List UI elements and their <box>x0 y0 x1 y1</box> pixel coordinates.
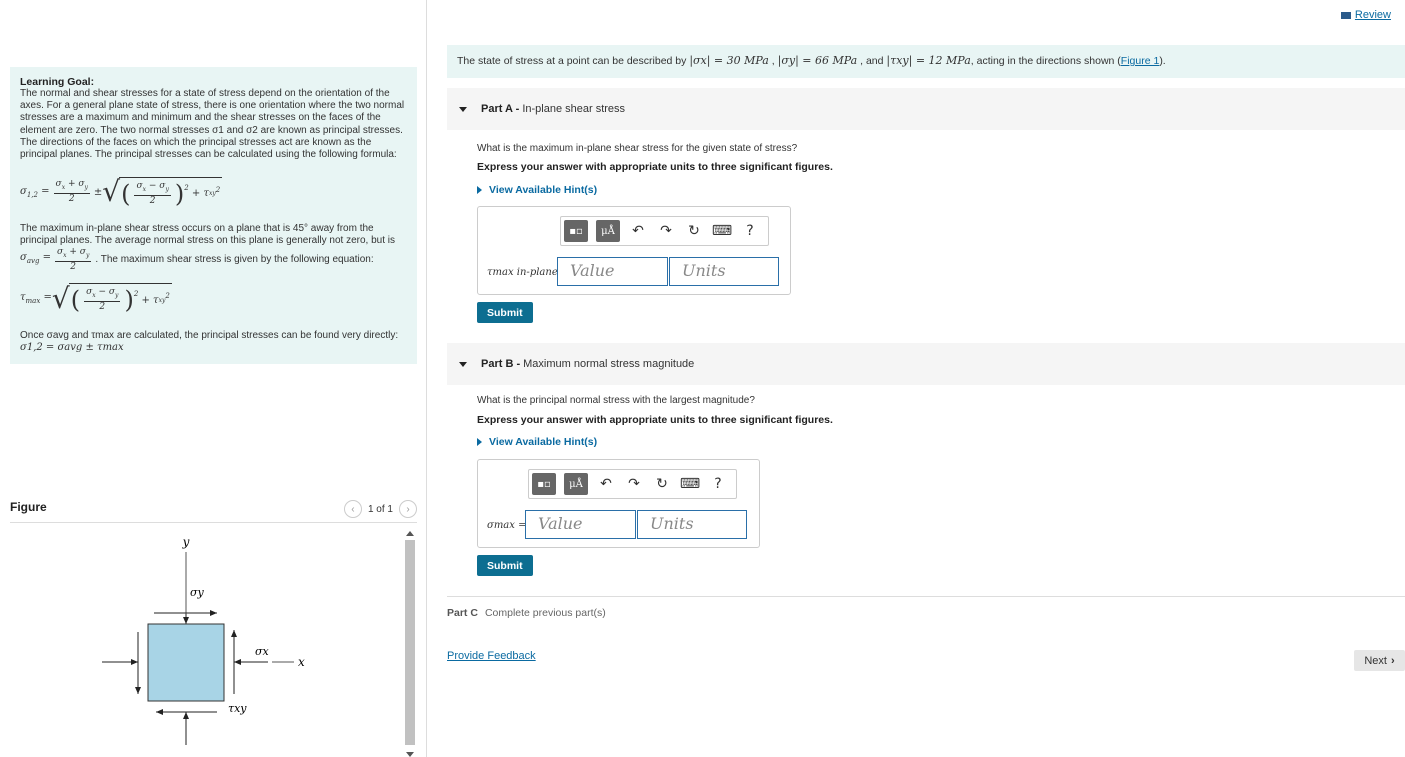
para2-text-a: The maximum in-plane shear stress occurs… <box>20 223 396 247</box>
part-a-answer-box: ▪▫ μÅ ↶ ↷ ↻ ⌨ ? τmax in-plane = Value Un… <box>477 206 791 295</box>
part-b-label: Part B - <box>481 358 521 370</box>
sigma-x-value: |σx| = 30 MPa <box>689 54 769 67</box>
part-c-text: Complete previous part(s) <box>484 607 606 619</box>
statement-text-b: , acting in the directions shown ( <box>970 55 1121 67</box>
part-b-instruction: Express your answer with appropriate uni… <box>477 414 833 426</box>
part-b-question: What is the principal normal stress with… <box>477 395 755 406</box>
keyboard-icon[interactable]: ⌨ <box>712 221 732 241</box>
review-label: Review <box>1354 9 1391 21</box>
statement-text-c: ). <box>1159 55 1166 67</box>
avg-stress-line: σavg = σx + σy 2 . The maximum shear stre… <box>20 246 374 272</box>
pager-count: 1 of 1 <box>367 503 393 515</box>
part-a-hint-link[interactable]: View Available Hint(s) <box>477 184 597 196</box>
figure-title: Figure <box>10 500 47 514</box>
x-axis-label: x <box>298 655 305 669</box>
prev-figure-button[interactable]: ‹ <box>343 500 362 518</box>
sigma-y-value: |σy| = 66 MPa <box>777 54 858 67</box>
para2-text-b: . The maximum shear stress is given by t… <box>95 253 374 265</box>
figure-link[interactable]: Figure 1 <box>1121 55 1160 67</box>
part-c-row: Part C Complete previous part(s) <box>447 596 1405 619</box>
learning-goal-intro: The normal and shear stresses for a stat… <box>20 88 405 161</box>
part-a-value-input[interactable]: Value <box>557 257 668 286</box>
help-icon[interactable]: ? <box>740 221 760 241</box>
part-a-toolbar: ▪▫ μÅ ↶ ↷ ↻ ⌨ ? <box>560 216 769 246</box>
part-b-value-input[interactable]: Value <box>525 510 636 539</box>
caret-down-icon <box>459 106 467 112</box>
undo-icon[interactable]: ↶ <box>628 221 648 241</box>
provide-feedback-link[interactable]: Provide Feedback <box>447 650 536 662</box>
help-icon[interactable]: ? <box>708 474 728 494</box>
learning-goal-para2: The maximum in-plane shear stress occurs… <box>20 223 407 247</box>
review-link[interactable]: Review <box>1340 9 1391 21</box>
tau-xy-label: τxy <box>228 702 247 715</box>
reset-icon[interactable]: ↻ <box>684 221 704 241</box>
part-a-question: What is the maximum in-plane shear stres… <box>477 143 798 154</box>
units-mu-button[interactable]: μÅ <box>596 220 620 242</box>
part-b-units-input[interactable]: Units <box>637 510 747 539</box>
part-b-hint-link[interactable]: View Available Hint(s) <box>477 436 597 448</box>
redo-icon[interactable]: ↷ <box>656 221 676 241</box>
units-mu-button[interactable]: μÅ <box>564 473 588 495</box>
part-b-submit-button[interactable]: Submit <box>477 555 533 576</box>
principal-from-avg-formula: σ1,2 = σavg ± τmax <box>20 341 124 353</box>
part-a-header[interactable]: Part A - In-plane shear stress <box>447 88 1405 130</box>
y-axis-label: y <box>182 535 190 549</box>
scroll-thumb[interactable] <box>405 540 415 745</box>
reset-icon[interactable]: ↻ <box>652 474 672 494</box>
part-b-header[interactable]: Part B - Maximum normal stress magnitude <box>447 343 1405 385</box>
book-icon <box>1340 11 1351 19</box>
template-icon[interactable]: ▪▫ <box>564 220 588 242</box>
tau-xy-value: |τxy| = 12 MPa <box>886 54 971 67</box>
statement-text-a: The state of stress at a point can be de… <box>457 55 687 67</box>
sigma-y-label: σy <box>190 586 205 599</box>
part-a-title: In-plane shear stress <box>522 103 626 115</box>
max-shear-formula: τmax = √(σx − σy 2) 2 + τ xy 2 <box>20 281 172 315</box>
problem-statement: The state of stress at a point can be de… <box>447 45 1405 78</box>
stress-element <box>147 623 225 702</box>
left-pane: Learning Goal: The normal and shear stre… <box>0 0 427 757</box>
part-a-units-input[interactable]: Units <box>669 257 779 286</box>
figure-pager: ‹ 1 of 1 › <box>343 500 417 518</box>
figure-scrollbar[interactable] <box>403 528 417 757</box>
redo-icon[interactable]: ↷ <box>624 474 644 494</box>
part-b-hint-label: View Available Hint(s) <box>489 436 598 448</box>
part-c-label: Part C <box>447 607 478 619</box>
sigma-x-label: σx <box>255 645 270 658</box>
next-label: Next <box>1364 654 1387 667</box>
part-b-answer-box: ▪▫ μÅ ↶ ↷ ↻ ⌨ ? σmax = Value Units <box>477 459 760 548</box>
figure-area: y σy τxy σx x <box>10 524 417 757</box>
principal-stress-formula: σ1,2 = σx + σy 2 ± √(σx − σy 2) 2 + τ xy 2 <box>20 175 223 209</box>
scroll-down-icon[interactable] <box>406 752 414 757</box>
learning-goal-title: Learning Goal: <box>20 76 95 88</box>
stress-element-diagram: y σy τxy σx x <box>102 535 305 745</box>
part-b-answer-label: σmax = <box>487 520 527 531</box>
part-b-title: Maximum normal stress magnitude <box>523 358 695 370</box>
learning-goal-para3: Once σavg and τmax are calculated, the p… <box>20 329 399 341</box>
chevron-right-icon: › <box>1390 654 1395 667</box>
part-a-label: Part A - <box>481 103 520 115</box>
caret-right-icon <box>477 438 482 446</box>
next-figure-button[interactable]: › <box>399 500 417 518</box>
part-b-toolbar: ▪▫ μÅ ↶ ↷ ↻ ⌨ ? <box>528 469 737 499</box>
keyboard-icon[interactable]: ⌨ <box>680 474 700 494</box>
undo-icon[interactable]: ↶ <box>596 474 616 494</box>
scroll-up-icon[interactable] <box>406 531 414 536</box>
part-a-hint-label: View Available Hint(s) <box>489 184 598 196</box>
figure-header: Figure ‹ 1 of 1 › <box>10 497 417 523</box>
next-button[interactable]: Next › <box>1354 650 1405 671</box>
chevron-left-icon: ‹ <box>351 503 355 515</box>
learning-goal-box: Learning Goal: The normal and shear stre… <box>10 67 417 364</box>
template-icon[interactable]: ▪▫ <box>532 473 556 495</box>
part-a-instruction: Express your answer with appropriate uni… <box>477 161 833 173</box>
caret-right-icon <box>477 186 482 194</box>
chevron-right-icon: › <box>406 503 410 515</box>
caret-down-icon <box>459 361 467 367</box>
right-pane: Review The state of stress at a point ca… <box>428 0 1405 757</box>
part-a-submit-button[interactable]: Submit <box>477 302 533 323</box>
